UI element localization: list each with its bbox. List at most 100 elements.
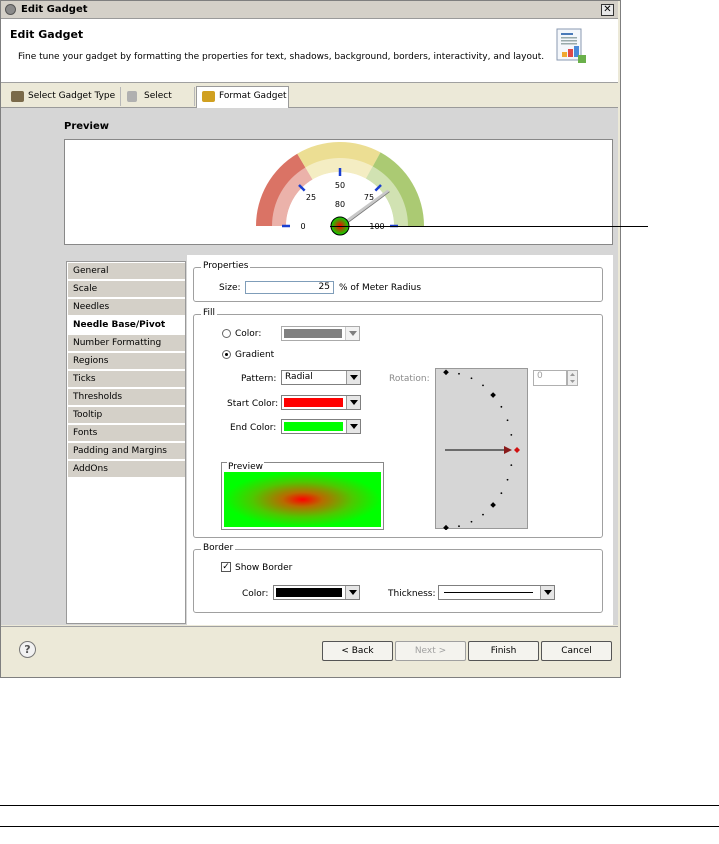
rotation-spinner[interactable] xyxy=(567,370,578,386)
border-color-swatch xyxy=(276,588,342,597)
start-color-label: Start Color: xyxy=(227,399,279,409)
rotation-dial-mark xyxy=(482,384,484,387)
thickness-label: Thickness: xyxy=(388,589,436,599)
border-color-label: Color: xyxy=(242,589,269,599)
page-rule-top xyxy=(0,805,719,806)
rotation-dial-mark xyxy=(482,513,484,516)
rotation-input[interactable]: 0 xyxy=(533,370,567,386)
rotation-dial-mark xyxy=(470,377,473,380)
start-color-select[interactable] xyxy=(281,395,361,410)
gauge-tick-label: 0 xyxy=(300,222,305,231)
rotation-dial-graphic xyxy=(443,369,520,530)
format-icon xyxy=(202,91,215,102)
rotation-dial-mark xyxy=(458,372,460,375)
nav-item[interactable]: Needle Base/Pivot xyxy=(68,317,185,334)
header-title: Edit Gadget xyxy=(10,28,84,41)
size-label: Size: xyxy=(219,283,241,293)
size-input[interactable]: 25 xyxy=(245,281,334,294)
thickness-select[interactable] xyxy=(438,585,555,600)
rotation-dial-mark xyxy=(500,492,503,495)
size-unit-label: % of Meter Radius xyxy=(339,283,422,293)
nav-item[interactable]: Thresholds xyxy=(68,389,185,406)
chevron-down-icon xyxy=(345,327,359,340)
pattern-label: Pattern: xyxy=(241,374,277,384)
border-legend: Border xyxy=(201,543,236,553)
tab-select-gadget-type[interactable]: Select Gadget Type xyxy=(6,87,121,106)
pattern-select[interactable]: Radial xyxy=(281,370,361,385)
gradient-preview-label: Preview xyxy=(227,462,265,472)
color-radio-label: Color: xyxy=(235,329,262,339)
nav-item[interactable]: Scale xyxy=(68,281,185,298)
thickness-line-sample xyxy=(444,592,533,593)
gradient-preview: Preview xyxy=(221,462,384,530)
gradient-radio[interactable] xyxy=(222,350,231,359)
rotation-dial-mark xyxy=(490,392,496,398)
cancel-button[interactable]: Cancel xyxy=(541,641,612,661)
end-color-label: End Color: xyxy=(230,423,277,433)
rotation-dial[interactable] xyxy=(435,368,528,530)
app-icon xyxy=(5,4,16,15)
title-bar: Edit Gadget ✕ xyxy=(1,1,618,19)
fill-color-select[interactable] xyxy=(281,326,360,341)
end-color-swatch xyxy=(284,422,343,431)
rotation-dial-mark xyxy=(490,502,496,508)
show-border-checkbox[interactable]: ✓ xyxy=(221,562,231,572)
window-title: Edit Gadget xyxy=(21,4,88,15)
tab-format-gadget[interactable]: Format Gadget xyxy=(196,86,289,108)
gradient-radio-label: Gradient xyxy=(235,350,275,360)
rotation-dial-mark xyxy=(500,405,503,408)
close-button[interactable]: ✕ xyxy=(601,4,614,16)
nav-item[interactable]: General xyxy=(68,263,185,280)
data-icon xyxy=(127,91,137,102)
next-button[interactable]: Next > xyxy=(395,641,466,661)
rotation-dial-mark xyxy=(470,520,473,523)
nav-item[interactable]: Tooltip xyxy=(68,407,185,424)
page-rule-bottom xyxy=(0,826,719,827)
show-border-label: Show Border xyxy=(235,563,293,573)
spinner-arrows-icon xyxy=(570,373,575,383)
gadget-type-icon xyxy=(11,91,24,102)
nav-item[interactable]: Ticks xyxy=(68,371,185,388)
border-group: Border xyxy=(193,543,603,613)
nav-item[interactable]: Number Formatting xyxy=(68,335,185,352)
border-color-select[interactable] xyxy=(273,585,360,600)
nav-item[interactable]: AddOns xyxy=(68,461,185,478)
format-category-list: General Scale Needles Needle Base/Pivot Numb… xyxy=(66,261,186,624)
rotation-dial-mark xyxy=(510,433,513,436)
format-report-icon xyxy=(556,28,586,63)
help-button[interactable]: ? xyxy=(19,641,36,658)
preview-heading: Preview xyxy=(64,121,110,132)
nav-item[interactable]: Needles xyxy=(68,299,185,316)
rotation-dial-mark xyxy=(443,524,449,530)
finish-button[interactable]: Finish xyxy=(468,641,539,661)
nav-item[interactable]: Padding and Margins xyxy=(68,443,185,460)
gauge-chart: 0255075100 80 xyxy=(256,142,424,236)
chevron-down-icon xyxy=(346,420,360,433)
rotation-label: Rotation: xyxy=(389,374,430,384)
color-radio[interactable] xyxy=(222,329,231,338)
start-color-swatch xyxy=(284,398,343,407)
chevron-down-icon xyxy=(540,586,554,599)
callout-line xyxy=(330,226,648,227)
rotation-dial-mark xyxy=(458,525,460,528)
gauge-preview: 0 25 50 75 100 80 xyxy=(64,139,613,245)
end-color-select[interactable] xyxy=(281,419,361,434)
rotation-dial-mark xyxy=(443,369,449,376)
gradient-preview-swatch xyxy=(224,472,381,527)
nav-item[interactable]: Regions xyxy=(68,353,185,370)
chevron-down-icon xyxy=(346,396,360,409)
tab-select-data[interactable]: Select Data xyxy=(122,87,195,120)
chevron-down-icon xyxy=(346,371,360,384)
rotation-dial-mark xyxy=(506,419,509,422)
gauge-value-label: 80 xyxy=(335,200,345,209)
tab-label: Select Gadget Type xyxy=(28,91,116,101)
pattern-value: Radial xyxy=(285,372,313,382)
properties-legend: Properties xyxy=(201,261,251,271)
nav-item[interactable]: Fonts xyxy=(68,425,185,442)
dialog-header: Edit Gadget Fine tune your gadget by for… xyxy=(1,19,618,83)
tab-label: Format Gadget xyxy=(219,91,287,101)
back-button[interactable]: < Back xyxy=(322,641,393,661)
rotation-dial-mark xyxy=(510,464,513,467)
gauge-tick-label: 50 xyxy=(335,181,345,190)
header-description: Fine tune your gadget by formatting the … xyxy=(18,52,545,62)
